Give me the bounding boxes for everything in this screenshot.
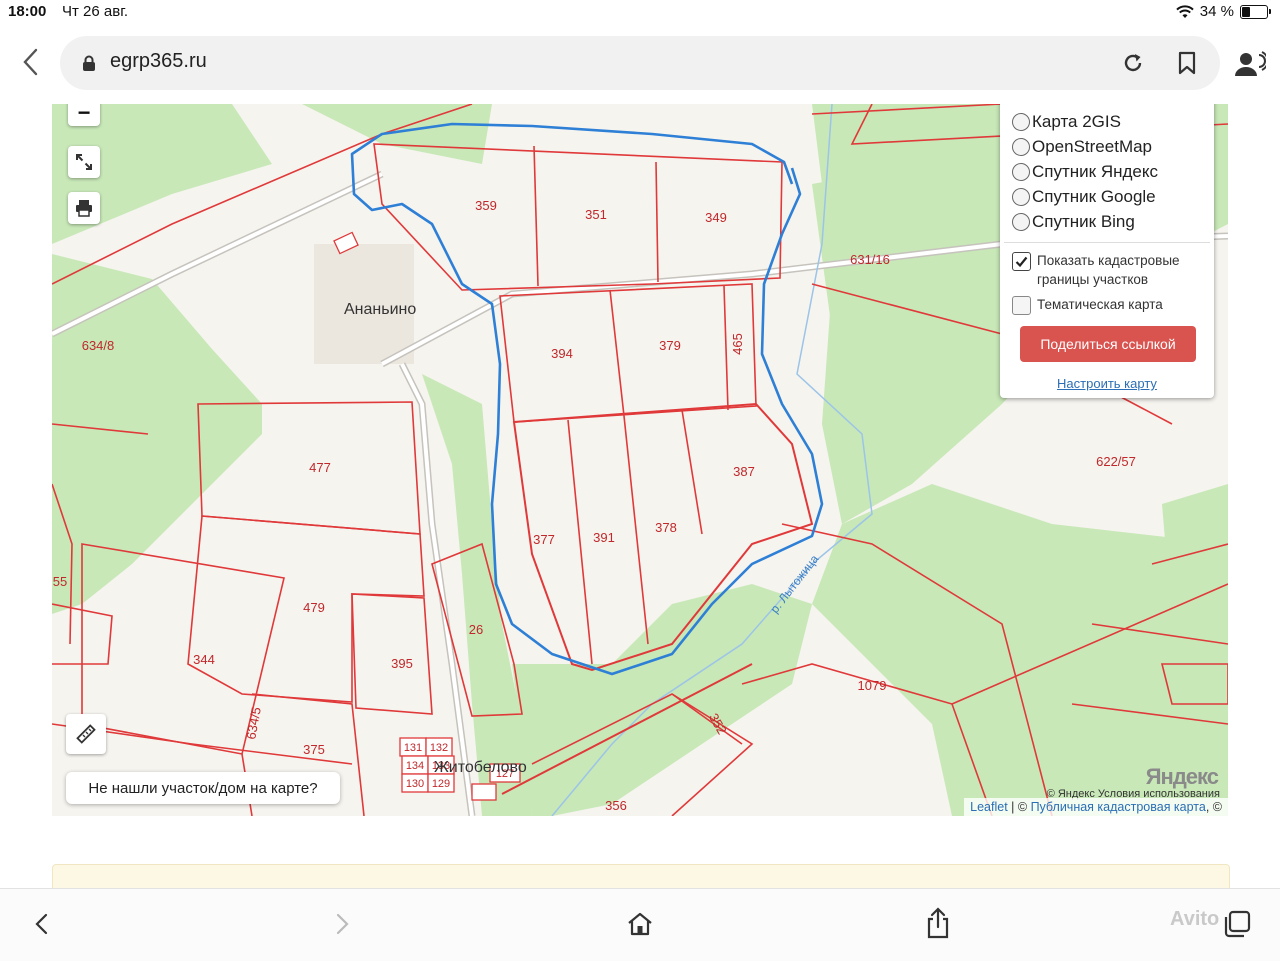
parcel-label: 351 xyxy=(585,207,607,222)
layers-panel: Карта 2GIS OpenStreetMap Спутник Яндекс … xyxy=(1000,104,1214,398)
nav-back-icon[interactable] xyxy=(30,911,54,937)
watermark: Avito xyxy=(1170,908,1220,930)
leaflet-link[interactable]: Leaflet xyxy=(970,800,1008,814)
attribution-tail: , © xyxy=(1205,800,1222,814)
parcel-label: 387 xyxy=(733,464,755,479)
layer-option-bing-sat[interactable]: Спутник Bing xyxy=(1012,212,1135,232)
back-icon[interactable] xyxy=(16,44,46,80)
fullscreen-icon xyxy=(76,154,92,170)
zoom-out-label: − xyxy=(77,104,91,125)
battery-icon xyxy=(1240,4,1271,19)
layer-label: Спутник Bing xyxy=(1032,212,1135,231)
settlement-label: Житобелово xyxy=(434,759,527,776)
status-right: 34 % xyxy=(1176,3,1271,20)
divider xyxy=(1004,242,1210,243)
ruler-icon xyxy=(76,724,96,744)
parcel-label: 379 xyxy=(659,338,681,353)
parcel-label: 377 xyxy=(533,532,555,547)
parcel-label: 130 xyxy=(406,778,424,790)
profile-icon[interactable] xyxy=(1234,50,1266,78)
tabs-icon[interactable] xyxy=(1222,909,1252,939)
radio-icon[interactable] xyxy=(1012,138,1030,156)
reload-icon[interactable] xyxy=(1120,50,1146,76)
parcel-label: 634/8 xyxy=(82,338,115,353)
layer-option-google-sat[interactable]: Спутник Google xyxy=(1012,187,1156,207)
lock-icon xyxy=(83,55,95,71)
print-button[interactable] xyxy=(68,192,100,224)
parcel-label: 391 xyxy=(593,530,615,545)
radio-icon[interactable] xyxy=(1012,213,1030,231)
battery-percent: 34 % xyxy=(1199,3,1234,20)
parcel-label: 394 xyxy=(551,346,573,361)
bottom-toolbar xyxy=(0,888,1280,961)
cadastral-toggle[interactable]: Показать кадастровые границы участков xyxy=(1012,251,1202,289)
parcel-label: 359 xyxy=(475,198,497,213)
map-view[interactable]: 359 351 349 394 379 465 631/16 634/8 477… xyxy=(52,104,1228,816)
parcel-label: 134 xyxy=(406,760,424,772)
thematic-toggle-label: Тематическая карта xyxy=(1037,297,1163,312)
checkbox-checked-icon[interactable] xyxy=(1012,252,1031,271)
parcel-label: 395 xyxy=(391,656,413,671)
radio-icon[interactable] xyxy=(1012,113,1030,131)
settlement-label: Ананьино xyxy=(344,301,416,318)
yandex-logo: Яндекс xyxy=(1145,764,1219,789)
attribution-separator: | © xyxy=(1007,800,1031,814)
parcel-label: 132 xyxy=(430,742,448,754)
not-found-button[interactable]: Не нашли участок/дом на карте? xyxy=(66,772,340,804)
zoom-out-button[interactable]: − xyxy=(68,104,100,126)
ruler-button[interactable] xyxy=(66,714,106,754)
cadastral-toggle-label: Показать кадастровые границы участков xyxy=(1037,253,1180,287)
thematic-toggle[interactable]: Тематическая карта xyxy=(1012,295,1163,315)
status-date: Чт 26 авг. xyxy=(62,3,129,20)
layer-label: Спутник Яндекс xyxy=(1032,162,1158,181)
parcel-label: 631/16 xyxy=(850,252,890,267)
parcel-label: 349 xyxy=(705,210,727,225)
home-icon[interactable] xyxy=(626,911,654,937)
parcel-label: 375 xyxy=(303,742,325,757)
layer-label: OpenStreetMap xyxy=(1032,137,1153,156)
radio-icon[interactable] xyxy=(1012,163,1030,181)
layer-label: Карта 2GIS xyxy=(1032,112,1121,131)
parcel-label: 622/57 xyxy=(1096,454,1136,469)
radio-icon[interactable] xyxy=(1012,188,1030,206)
status-bar: 18:00 Чт 26 авг. 34 % xyxy=(0,0,1280,26)
configure-map-link[interactable]: Настроить карту xyxy=(1000,376,1214,391)
browser-bar: egrp365.ru xyxy=(0,30,1280,96)
parcel-label: 477 xyxy=(309,460,331,475)
share-link-button[interactable]: Поделиться ссылкой xyxy=(1020,326,1196,362)
parcel-label: 26 xyxy=(469,622,483,637)
parcel-label: 1079 xyxy=(858,678,887,693)
checkbox-icon[interactable] xyxy=(1012,296,1031,315)
layer-option-osm[interactable]: OpenStreetMap xyxy=(1012,137,1152,157)
fullscreen-button[interactable] xyxy=(68,146,100,178)
nav-forward-icon[interactable] xyxy=(330,911,354,937)
url-text: egrp365.ru xyxy=(110,50,207,72)
cadastral-map-link[interactable]: Публичная кадастровая карта xyxy=(1031,800,1206,814)
layer-option-2gis[interactable]: Карта 2GIS xyxy=(1012,112,1121,132)
print-icon xyxy=(76,200,92,217)
parcel-label: 465 xyxy=(730,333,745,355)
status-time: 18:00 xyxy=(8,3,47,20)
parcel-label: 479 xyxy=(303,600,325,615)
address-bar[interactable]: egrp365.ru xyxy=(60,36,1220,90)
map-attribution: Leaflet | © Публичная кадастровая карта,… xyxy=(964,798,1228,816)
layer-option-yandex-sat[interactable]: Спутник Яндекс xyxy=(1012,162,1158,182)
parcel-label: 344 xyxy=(193,652,215,667)
parcel-label: 356 xyxy=(605,798,627,813)
bookmark-icon[interactable] xyxy=(1176,50,1198,76)
layer-label: Спутник Google xyxy=(1032,187,1156,206)
parcel-label: 129 xyxy=(432,778,450,790)
parcel-label: 131 xyxy=(404,742,422,754)
parcel-label: 55 xyxy=(53,574,67,589)
wifi-icon xyxy=(1176,4,1194,18)
parcel-label: 378 xyxy=(655,520,677,535)
share-icon[interactable] xyxy=(924,907,952,939)
